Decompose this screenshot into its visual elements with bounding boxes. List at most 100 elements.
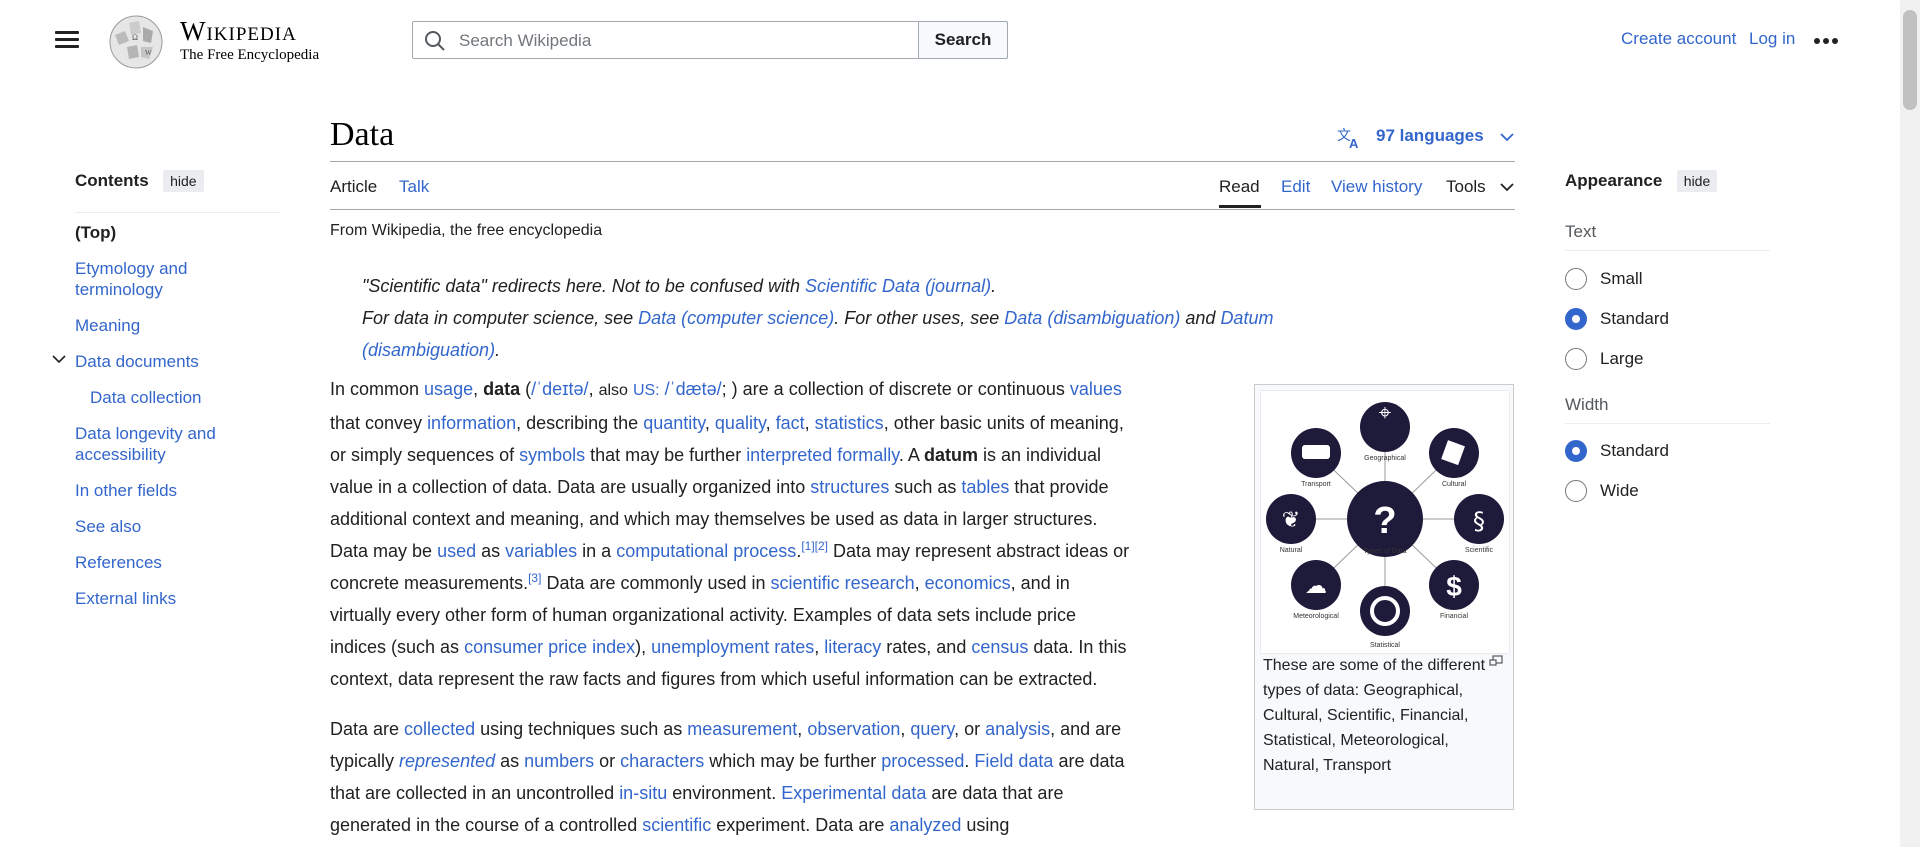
translate-icon[interactable]: 文 A [1337, 126, 1363, 150]
search-button[interactable]: Search [919, 21, 1008, 59]
radio-label: Small [1600, 269, 1643, 288]
link[interactable]: consumer price index [464, 637, 635, 657]
text: also [598, 382, 628, 399]
link[interactable]: symbols [519, 445, 585, 465]
tab-edit[interactable]: Edit [1281, 177, 1310, 197]
hatnote-link[interactable]: Data (computer science) [638, 308, 834, 328]
toc-item-etymology[interactable]: Etymology and terminology [75, 258, 225, 300]
scrollbar[interactable] [1900, 0, 1920, 847]
leaf-icon: ❦ [1282, 508, 1300, 533]
main-menu-icon[interactable] [53, 27, 81, 53]
toc-hide-button[interactable]: hide [163, 170, 204, 192]
scrollbar-thumb[interactable] [1903, 10, 1917, 110]
chevron-down-icon[interactable] [1500, 132, 1514, 142]
text: or simply sequences of [330, 445, 520, 465]
tab-read[interactable]: Read [1219, 177, 1260, 197]
link[interactable]: values [1070, 379, 1122, 399]
tab-talk[interactable]: Talk [399, 177, 429, 197]
link[interactable]: scientific research [771, 573, 915, 593]
link[interactable]: interpreted formally [746, 445, 899, 465]
tab-tools[interactable]: Tools [1446, 177, 1486, 197]
text-size-small-radio[interactable] [1565, 268, 1587, 290]
link[interactable]: measurement [687, 719, 797, 739]
link[interactable]: analyzed [889, 815, 961, 835]
link[interactable]: numbers [524, 751, 594, 771]
toc-item-top[interactable]: (Top) [75, 222, 116, 243]
text: , [704, 413, 715, 433]
wikipedia-globe-logo[interactable]: Ω W [105, 13, 167, 71]
link[interactable]: tables [961, 477, 1009, 497]
link[interactable]: usage [424, 379, 473, 399]
link[interactable]: variables [505, 541, 577, 561]
toc-item-external-links[interactable]: External links [75, 588, 176, 609]
citation-link[interactable]: [1] [801, 539, 814, 553]
link[interactable]: Experimental data [781, 783, 926, 803]
link[interactable]: processed [881, 751, 964, 771]
types-of-data-image[interactable]: ? ⌖ § $ ☁ ❦ Types of Data Geographical C… [1260, 390, 1510, 654]
hatnote-link[interactable]: Scientific Data (journal) [805, 276, 991, 296]
link[interactable]: unemployment rates [651, 637, 814, 657]
text: Data are commonly used in [541, 573, 771, 593]
toc-item-references[interactable]: References [75, 552, 162, 573]
link[interactable]: structures [810, 477, 889, 497]
link[interactable]: census [971, 637, 1028, 657]
toc-item-data-collection[interactable]: Data collection [90, 387, 202, 408]
ipa-link[interactable]: /ˈdeɪtə/ [531, 379, 588, 399]
hatnote-link[interactable]: (disambiguation) [362, 340, 495, 360]
citation-link[interactable]: [2] [815, 539, 828, 553]
text: additional context and meaning, and whic… [330, 509, 1098, 529]
tab-view-history[interactable]: View history [1331, 177, 1422, 197]
link[interactable]: represented [399, 751, 495, 771]
link[interactable]: literacy [824, 637, 881, 657]
link[interactable]: used [437, 541, 476, 561]
toc-item-meaning[interactable]: Meaning [75, 315, 140, 336]
link[interactable]: observation [807, 719, 900, 739]
radio-label: Standard [1600, 309, 1669, 328]
appearance-hide-button[interactable]: hide [1676, 170, 1718, 192]
toc-item-data-documents[interactable]: Data documents [75, 351, 199, 372]
citation-link[interactable]: [3] [528, 571, 541, 585]
search-input[interactable] [457, 22, 901, 60]
link[interactable]: scientific [642, 815, 711, 835]
ipa-link[interactable]: /ˈdætə/ [665, 379, 722, 399]
link[interactable]: information [427, 413, 516, 433]
tab-article[interactable]: Article [330, 177, 377, 197]
toc-item-see-also[interactable]: See also [75, 516, 141, 537]
link[interactable]: fact [776, 413, 805, 433]
hatnote-link[interactable]: Data (disambiguation) [1004, 308, 1180, 328]
width-wide-radio[interactable] [1565, 480, 1587, 502]
more-options-icon[interactable] [1812, 29, 1840, 53]
link[interactable]: collected [404, 719, 475, 739]
link[interactable]: US: [633, 382, 660, 399]
bold-term: data [483, 379, 521, 399]
text: , [473, 379, 484, 399]
toc-item-data-longevity[interactable]: Data longevity and accessibility [75, 423, 245, 465]
create-account-link[interactable]: Create account [1621, 29, 1736, 49]
text-size-standard-radio[interactable] [1565, 308, 1587, 330]
hatnote-link[interactable]: Datum [1220, 308, 1273, 328]
link[interactable]: characters [620, 751, 704, 771]
chevron-down-icon[interactable] [52, 354, 66, 364]
log-in-link[interactable]: Log in [1749, 29, 1795, 49]
link[interactable]: analysis [985, 719, 1050, 739]
link[interactable]: in-situ [619, 783, 667, 803]
link[interactable]: economics [925, 573, 1011, 593]
link[interactable]: statistics [815, 413, 884, 433]
link[interactable]: quantity [643, 413, 705, 433]
width-standard-radio[interactable] [1565, 440, 1587, 462]
link[interactable]: computational process [616, 541, 796, 561]
link[interactable]: Field data [974, 751, 1053, 771]
text: in a [577, 541, 617, 561]
text: , [914, 573, 925, 593]
radio-label: Standard [1600, 441, 1669, 460]
node-label: Geographical [1364, 455, 1406, 462]
link[interactable]: query [910, 719, 954, 739]
text: , [797, 719, 808, 739]
text: are data that are [926, 783, 1064, 803]
toc-item-other-fields[interactable]: In other fields [75, 480, 177, 501]
text-size-large-radio[interactable] [1565, 348, 1587, 370]
languages-button[interactable]: 97 languages [1376, 126, 1484, 146]
link[interactable]: quality [715, 413, 766, 433]
wikipedia-wordmark[interactable]: Wikipedia The Free Encyclopedia [180, 16, 319, 64]
chevron-down-icon[interactable] [1500, 182, 1514, 192]
